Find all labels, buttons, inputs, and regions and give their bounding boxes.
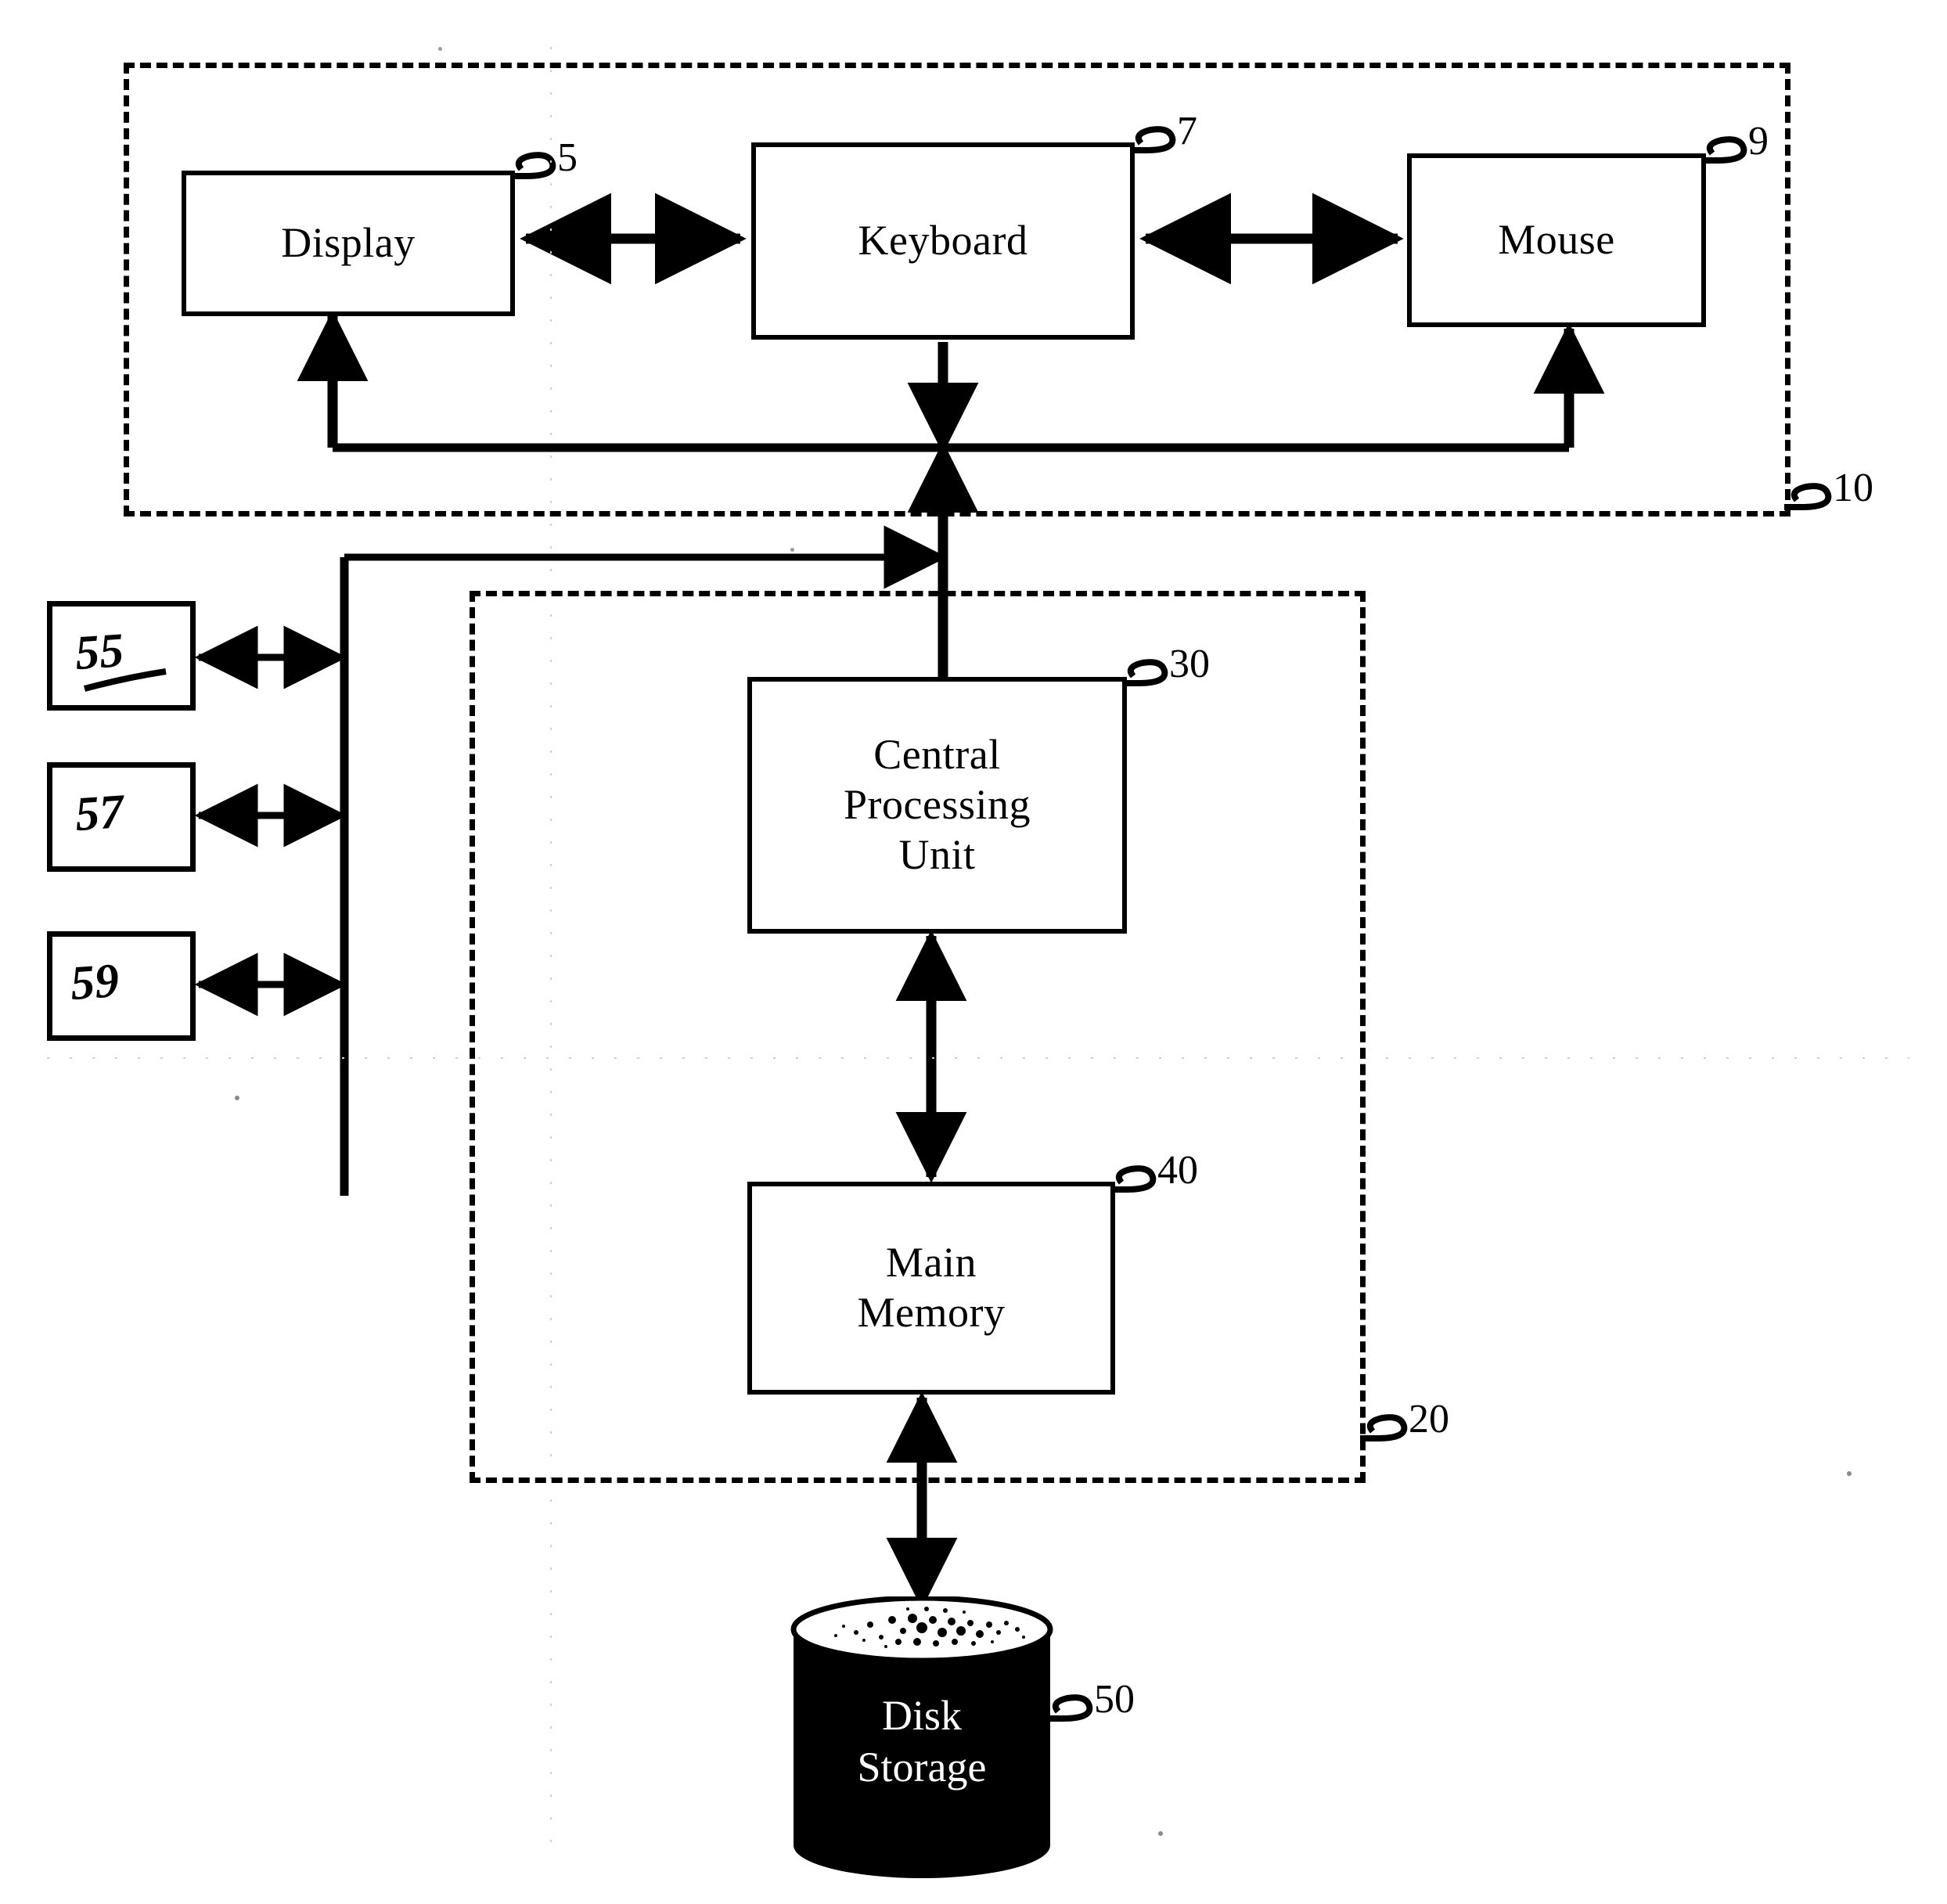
annotation-55-text: 55 — [73, 623, 126, 681]
scan-speck — [235, 1096, 239, 1100]
annotation-57-text: 57 — [73, 784, 126, 842]
scan-speck — [1158, 1831, 1163, 1836]
disk-storage-cylinder-icon — [790, 1595, 1053, 1878]
scan-speck — [438, 47, 442, 51]
cpu-block[interactable]: Central Processing Unit — [747, 677, 1127, 934]
display-block-label: Display — [281, 219, 416, 267]
main-memory-block-label: Main Memory — [857, 1239, 1006, 1336]
keyboard-block-label: Keyboard — [858, 217, 1028, 265]
ref-numeral-10: 10 — [1833, 466, 1873, 510]
keyboard-block[interactable]: Keyboard — [751, 142, 1135, 340]
scan-speck — [790, 548, 794, 552]
ref-numeral-7: 7 — [1177, 109, 1197, 153]
annotation-box-59[interactable] — [47, 931, 196, 1041]
ref-numeral-30: 30 — [1169, 642, 1210, 686]
mouse-block-label: Mouse — [1498, 216, 1615, 264]
mouse-block[interactable]: Mouse — [1407, 153, 1706, 327]
ref-numeral-50: 50 — [1094, 1677, 1135, 1722]
leader-ref-20 — [1360, 1414, 1408, 1441]
patent-figure: Display Keyboard Mouse Central Processin… — [0, 0, 1947, 1904]
cpu-block-label: Central Processing Unit — [844, 731, 1031, 878]
main-memory-block[interactable]: Main Memory — [747, 1182, 1115, 1395]
display-block[interactable]: Display — [182, 171, 515, 316]
ref-numeral-5: 5 — [557, 135, 578, 180]
annotation-59-text: 59 — [68, 953, 121, 1011]
ref-numeral-40: 40 — [1157, 1148, 1198, 1193]
disk-storage-block[interactable]: Disk Storage — [789, 1595, 1055, 1878]
ref-numeral-9: 9 — [1748, 119, 1769, 164]
scan-speck — [1847, 1471, 1852, 1476]
leader-ref-10 — [1784, 483, 1832, 510]
ref-numeral-20: 20 — [1409, 1397, 1449, 1441]
